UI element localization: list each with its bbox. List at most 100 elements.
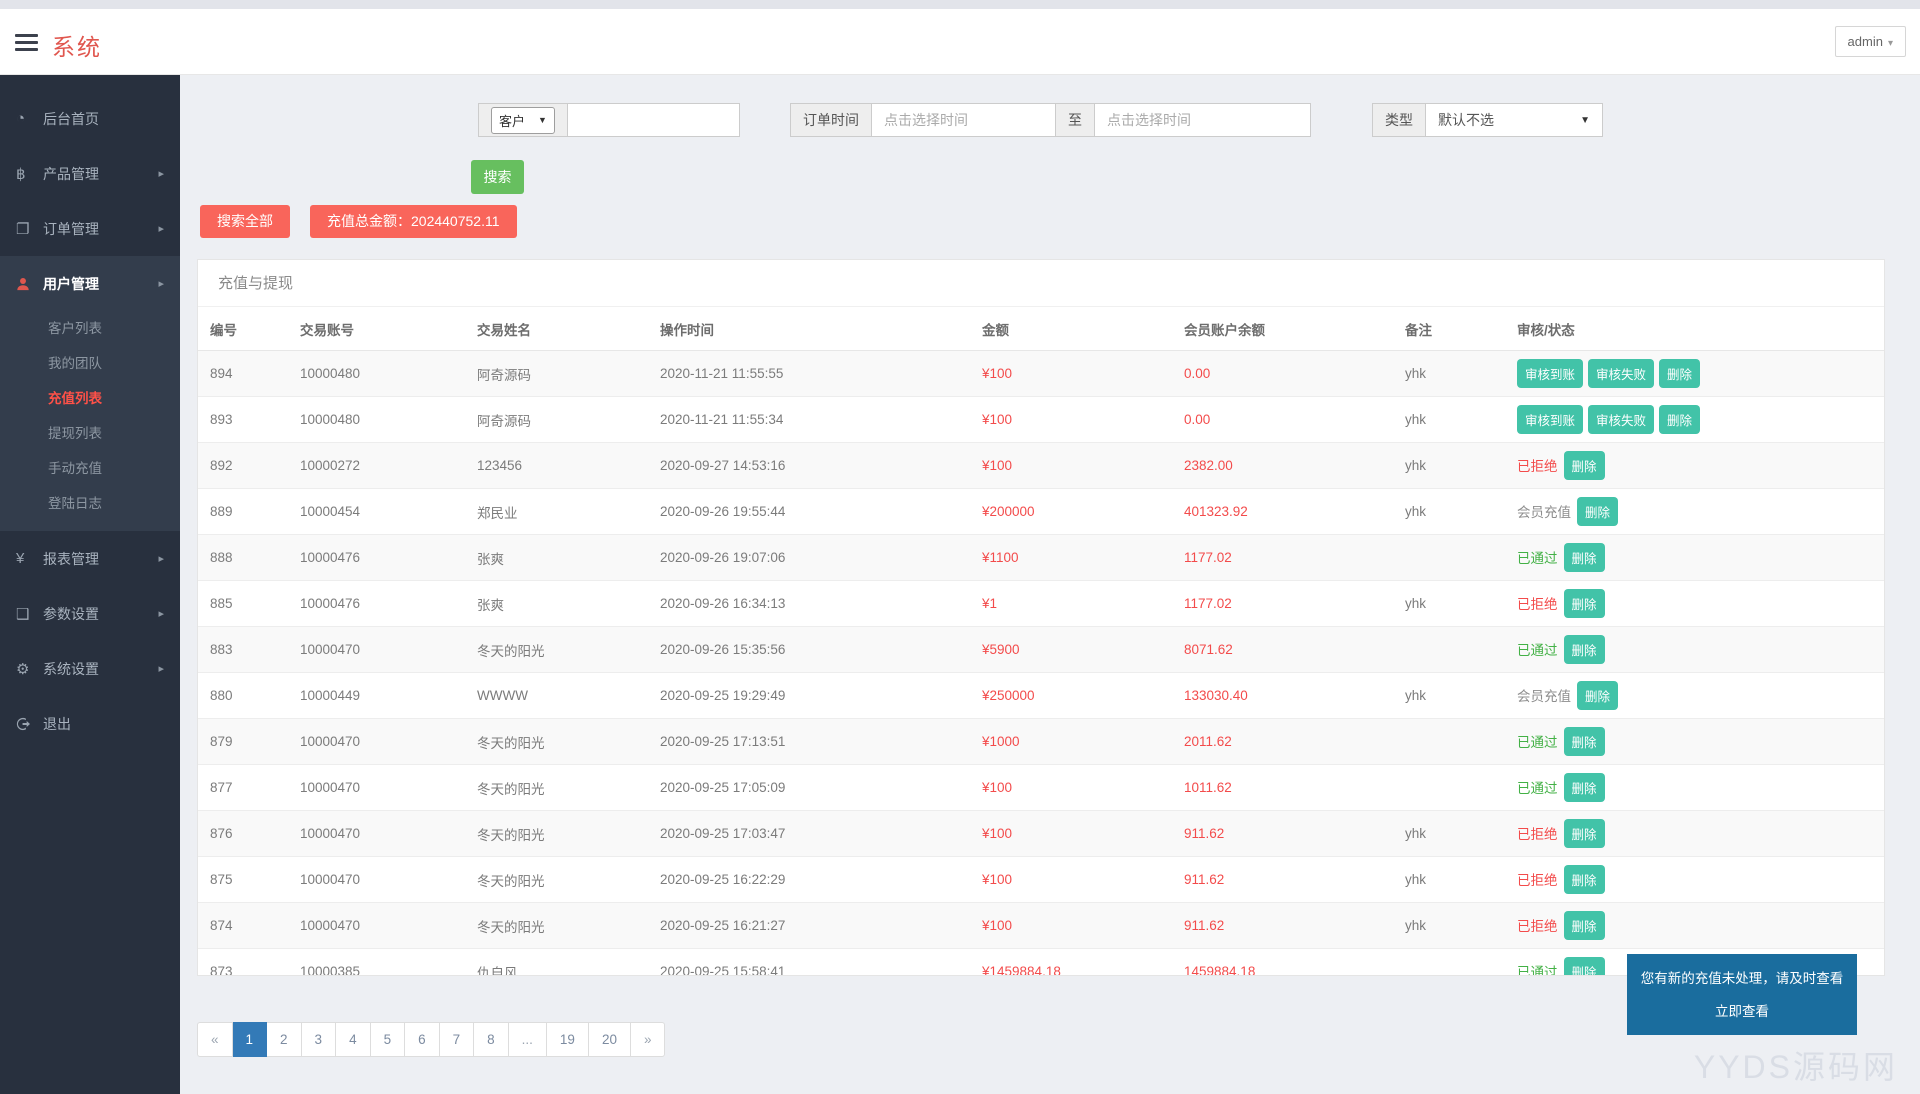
col-balance: 会员账户余额 (1174, 307, 1395, 351)
row-note (1395, 719, 1507, 765)
row-name: 郑民业 (467, 489, 650, 535)
row-note: yhk (1395, 857, 1507, 903)
row-time: 2020-09-26 19:07:06 (650, 535, 972, 581)
page-7[interactable]: 7 (440, 1022, 475, 1057)
search-button[interactable]: 搜索 (471, 160, 524, 194)
audit-arrive-button[interactable]: 审核到账 (1517, 405, 1583, 434)
audit-fail-button[interactable]: 审核失败 (1588, 359, 1654, 388)
status-text: 已拒绝 (1517, 597, 1558, 612)
notice-view-now-link[interactable]: 立即查看 (1637, 1000, 1847, 1020)
row-note (1395, 627, 1507, 673)
delete-button[interactable]: 删除 (1564, 819, 1605, 848)
sidebar-item-报表管理[interactable]: ¥报表管理▸ (0, 531, 180, 586)
delete-button[interactable]: 删除 (1564, 727, 1605, 756)
sidebar-subitem-充值列表[interactable]: 充值列表 (0, 381, 180, 416)
audit-arrive-button[interactable]: 审核到账 (1517, 359, 1583, 388)
table-row: 87610000470冬天的阳光2020-09-25 17:03:47¥1009… (198, 811, 1884, 857)
row-name: 冬天的阳光 (467, 765, 650, 811)
page-6[interactable]: 6 (405, 1022, 440, 1057)
page-3[interactable]: 3 (302, 1022, 337, 1057)
sidebar-subitem-我的团队[interactable]: 我的团队 (0, 346, 180, 381)
row-id: 880 (198, 673, 290, 719)
yen-icon: ¥ (16, 550, 43, 567)
row-time: 2020-11-21 11:55:55 (650, 351, 972, 397)
type-select[interactable]: 默认不选 ▼ (1426, 103, 1603, 137)
delete-button[interactable]: 删除 (1564, 635, 1605, 664)
delete-button[interactable]: 删除 (1564, 451, 1605, 480)
row-account: 10000272 (290, 443, 467, 489)
row-account: 10000449 (290, 673, 467, 719)
sidebar-item-后台首页[interactable]: ◔后台首页 (0, 91, 180, 146)
row-account: 10000470 (290, 765, 467, 811)
delete-button[interactable]: 删除 (1564, 865, 1605, 894)
prev-page-button[interactable]: « (197, 1022, 233, 1057)
row-balance: 1177.02 (1174, 535, 1395, 581)
page-2[interactable]: 2 (267, 1022, 302, 1057)
page-4[interactable]: 4 (336, 1022, 371, 1057)
page-20[interactable]: 20 (589, 1022, 631, 1057)
row-name: 阿奇源码 (467, 397, 650, 443)
sidebar-item-系统设置[interactable]: ⚙系统设置▸ (0, 641, 180, 696)
user-menu[interactable]: admin▾ (1835, 26, 1906, 57)
delete-button[interactable]: 删除 (1577, 681, 1618, 710)
row-note (1395, 765, 1507, 811)
row-time: 2020-09-25 17:03:47 (650, 811, 972, 857)
time-to-input[interactable] (1095, 103, 1311, 137)
row-balance: 911.62 (1174, 857, 1395, 903)
page-8[interactable]: 8 (474, 1022, 509, 1057)
sidebar-subitem-登陆日志[interactable]: 登陆日志 (0, 486, 180, 521)
sidebar-subitem-手动充值[interactable]: 手动充值 (0, 451, 180, 486)
row-amount: ¥100 (972, 443, 1174, 489)
row-account: 10000470 (290, 811, 467, 857)
row-id: 892 (198, 443, 290, 489)
table-row: 87910000470冬天的阳光2020-09-25 17:13:51¥1000… (198, 719, 1884, 765)
logout-icon (16, 717, 43, 731)
row-status-cell: 已拒绝删除 (1507, 811, 1884, 857)
row-name: 张爽 (467, 535, 650, 581)
next-page-button[interactable]: » (631, 1022, 666, 1057)
col-account: 交易账号 (290, 307, 467, 351)
search-all-button[interactable]: 搜索全部 (200, 205, 290, 238)
page-1-active[interactable]: 1 (233, 1022, 268, 1057)
hamburger-menu-icon[interactable] (15, 34, 38, 55)
row-balance: 401323.92 (1174, 489, 1395, 535)
sidebar-subitem-提现列表[interactable]: 提现列表 (0, 416, 180, 451)
row-note: yhk (1395, 811, 1507, 857)
sidebar-item-产品管理[interactable]: ฿产品管理▸ (0, 146, 180, 201)
sidebar-item-退出[interactable]: 退出 (0, 696, 180, 751)
delete-button[interactable]: 删除 (1564, 957, 1605, 976)
search-field-select[interactable]: 客户 ▼ (491, 107, 555, 134)
table-row: 88810000476张爽2020-09-26 19:07:06¥1100117… (198, 535, 1884, 581)
keyword-input[interactable] (568, 103, 740, 137)
sidebar-item-label: 用户管理 (43, 274, 99, 294)
row-note: yhk (1395, 443, 1507, 489)
row-id: 877 (198, 765, 290, 811)
delete-button[interactable]: 删除 (1564, 589, 1605, 618)
chevron-right-icon: ▸ (158, 607, 164, 620)
row-account: 10000476 (290, 535, 467, 581)
time-from-input[interactable] (872, 103, 1055, 137)
delete-button[interactable]: 删除 (1564, 911, 1605, 940)
page-5[interactable]: 5 (371, 1022, 406, 1057)
sidebar-item-用户管理[interactable]: 用户管理▸ (0, 256, 180, 311)
chevron-right-icon: ▸ (158, 552, 164, 565)
audit-fail-button[interactable]: 审核失败 (1588, 405, 1654, 434)
row-amount: ¥1000 (972, 719, 1174, 765)
sidebar-item-订单管理[interactable]: ❐订单管理▸ (0, 201, 180, 256)
sidebar-subitem-客户列表[interactable]: 客户列表 (0, 311, 180, 346)
col-id: 编号 (198, 307, 290, 351)
delete-button[interactable]: 删除 (1564, 543, 1605, 572)
delete-button[interactable]: 删除 (1659, 359, 1700, 388)
gear-icon: ⚙ (16, 660, 43, 678)
col-note: 备注 (1395, 307, 1507, 351)
sidebar-item-参数设置[interactable]: ❑参数设置▸ (0, 586, 180, 641)
delete-button[interactable]: 删除 (1659, 405, 1700, 434)
status-text: 已拒绝 (1517, 459, 1558, 474)
delete-button[interactable]: 删除 (1564, 773, 1605, 802)
row-time: 2020-09-26 15:35:56 (650, 627, 972, 673)
table-row: 87710000470冬天的阳光2020-09-25 17:05:09¥1001… (198, 765, 1884, 811)
page-19[interactable]: 19 (547, 1022, 589, 1057)
chevron-right-icon: ▸ (158, 662, 164, 675)
type-label: 类型 (1372, 103, 1426, 137)
delete-button[interactable]: 删除 (1577, 497, 1618, 526)
